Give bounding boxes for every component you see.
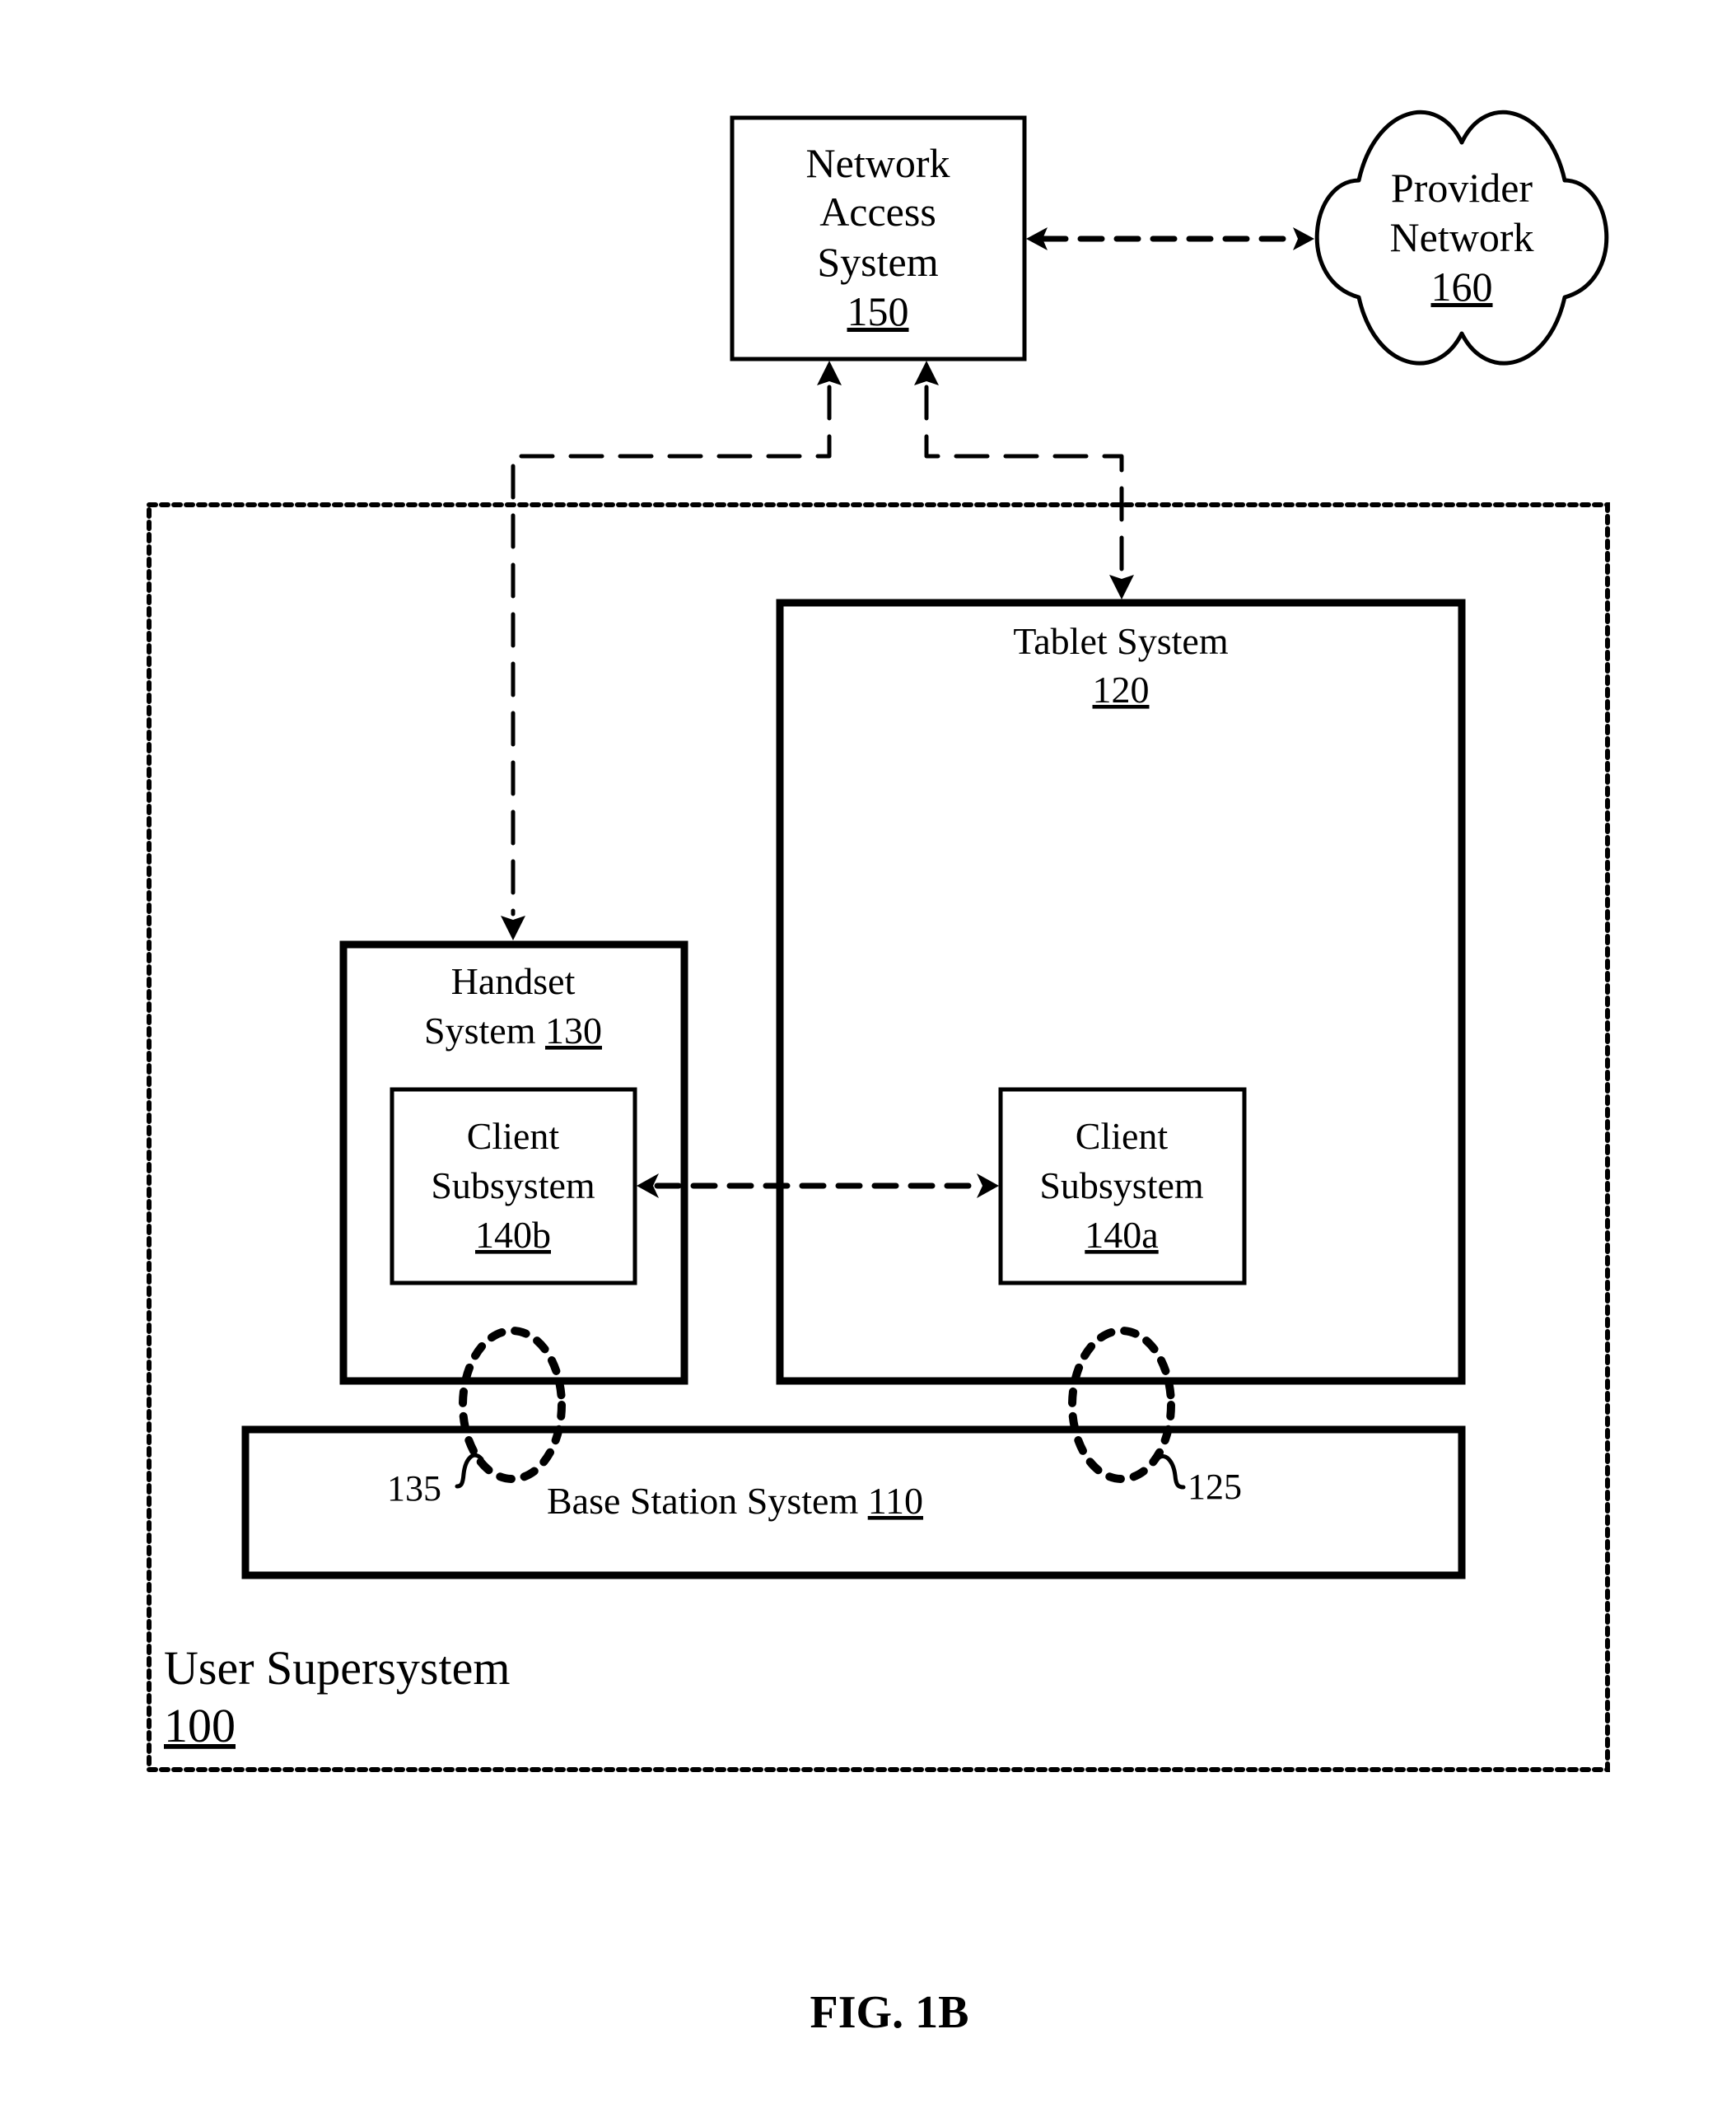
base-station-label: Base Station System 110 [547, 1480, 923, 1522]
network-access-system-node: Network Access System 150 [730, 115, 1027, 361]
edge-network-to-tablet [914, 361, 1134, 599]
system-diagram: Network Access System 150 Provider Netwo… [147, 110, 1610, 2038]
handset-system-word: System [424, 1010, 545, 1052]
provider-network-line-1: Provider [1391, 165, 1533, 211]
network-access-line-1: Network [806, 140, 950, 186]
edge-network-to-handset [501, 361, 842, 940]
client-a-line-1: Client [1076, 1115, 1169, 1157]
network-access-line-3: System [817, 239, 938, 285]
figure-caption: FIG. 1B [810, 1987, 969, 2038]
client-a-ref: 140a [1085, 1214, 1158, 1256]
client-b-line-1: Client [467, 1115, 560, 1157]
tablet-system-ref: 120 [1093, 669, 1150, 711]
client-b-ref: 140b [475, 1214, 551, 1256]
arrowhead-icon [1293, 227, 1314, 250]
client-a-line-2: Subsystem [1039, 1164, 1204, 1206]
link-135: 135 [387, 1327, 566, 1509]
arrowhead-icon [1109, 575, 1134, 599]
user-supersystem-label: User Supersystem [164, 1641, 510, 1695]
handset-system-line-2: System 130 [424, 1010, 602, 1052]
arrowhead-icon [914, 361, 939, 385]
network-access-line-2: Access [819, 189, 936, 235]
arrowhead-icon [501, 916, 525, 940]
link-125-label: 125 [1188, 1467, 1242, 1507]
edge-network-to-provider [1026, 227, 1314, 250]
link-125: 125 [1068, 1327, 1242, 1507]
arrowhead-icon [817, 361, 842, 385]
link-135-label: 135 [387, 1468, 441, 1509]
link-125-leader [1155, 1454, 1186, 1490]
network-access-ref: 150 [847, 288, 909, 334]
client-subsystem-b-node: Client Subsystem 140b [390, 1087, 637, 1285]
handset-system-line-1: Handset [451, 960, 576, 1002]
base-station-words: Base Station System [547, 1480, 868, 1522]
user-supersystem-ref: 100 [164, 1699, 236, 1752]
tablet-system-label: Tablet System [1013, 620, 1228, 662]
handset-system-ref: 130 [545, 1010, 602, 1052]
arrowhead-icon [977, 1173, 999, 1198]
user-supersystem-container [147, 502, 1610, 1772]
user-supersystem-label-group: User Supersystem 100 [164, 1641, 510, 1752]
link-125-ellipse [1068, 1327, 1175, 1483]
base-station-ref: 110 [868, 1480, 923, 1522]
client-subsystem-a-node: Client Subsystem 140a [998, 1087, 1247, 1285]
provider-network-node: Provider Network 160 [1314, 110, 1609, 366]
edge-client-b-to-client-a [637, 1173, 999, 1198]
provider-network-line-2: Network [1390, 214, 1534, 260]
provider-network-ref: 160 [1431, 264, 1493, 310]
client-b-line-2: Subsystem [431, 1164, 595, 1206]
